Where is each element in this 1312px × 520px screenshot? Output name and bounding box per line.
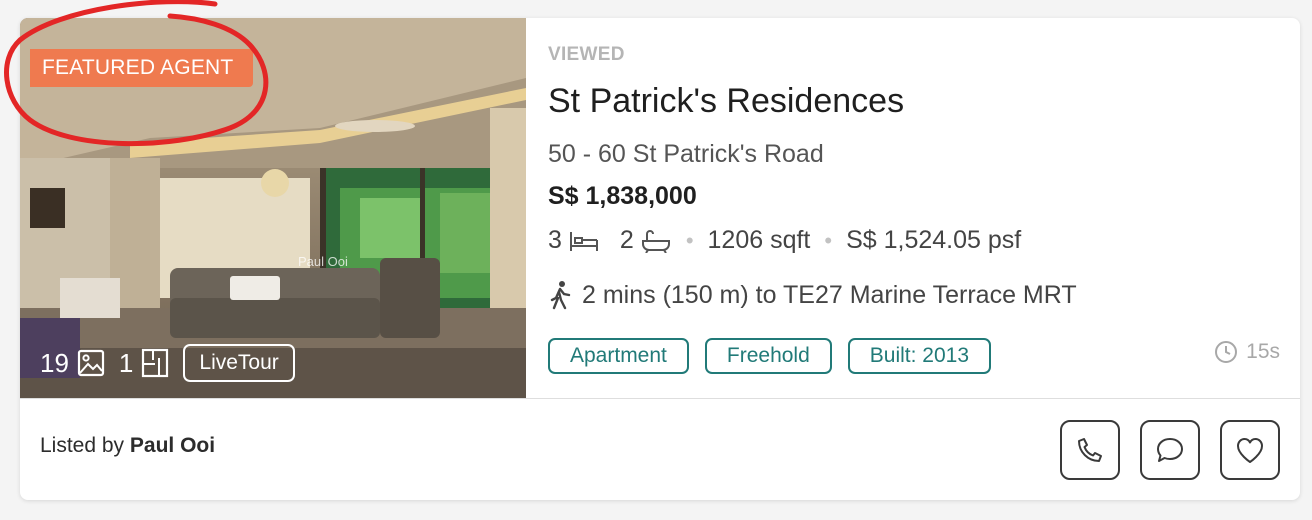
bathrooms: 2 bbox=[620, 226, 672, 255]
bedrooms-value: 3 bbox=[548, 226, 562, 254]
floorplan-count[interactable]: 1 bbox=[119, 348, 169, 379]
bathrooms-value: 2 bbox=[619, 226, 634, 254]
tag-property-type: Apartment bbox=[548, 338, 689, 374]
photo-count[interactable]: 19 bbox=[40, 348, 105, 379]
livetour-button[interactable]: LiveTour bbox=[183, 344, 295, 382]
featured-agent-badge: FEATURED AGENT bbox=[30, 49, 254, 87]
heart-icon bbox=[1237, 438, 1263, 463]
listing-photo[interactable]: FEATURED AGENT 19 1 LiveTour Paul Ooi bbox=[20, 18, 526, 398]
mrt-text: 2 mins (150 m) to TE27 Marine Terrace MR… bbox=[582, 280, 1077, 309]
viewed-label: VIEWED bbox=[548, 44, 625, 65]
listing-specs: 3 2 • 1206 sqft • S$ 1,524.05 psf bbox=[548, 226, 1021, 255]
photo-count-value: 19 bbox=[40, 347, 69, 378]
tag-built-year: Built: 2013 bbox=[847, 338, 992, 374]
call-button[interactable] bbox=[1060, 420, 1120, 480]
separator-dot: • bbox=[685, 227, 694, 253]
listing-age: 15s bbox=[1214, 340, 1280, 364]
floorplan-icon bbox=[142, 348, 169, 378]
price-per-sqft: S$ 1,524.05 psf bbox=[846, 226, 1022, 254]
listing-address: 50 - 60 St Patrick's Road bbox=[548, 140, 824, 168]
floorplan-count-value: 1 bbox=[118, 347, 134, 378]
listing-tags: Apartment Freehold Built: 2013 bbox=[548, 338, 1007, 374]
favorite-button[interactable] bbox=[1220, 420, 1280, 480]
footer-divider bbox=[20, 398, 1300, 399]
listing-age-value: 15s bbox=[1246, 340, 1280, 363]
chat-icon bbox=[1157, 438, 1183, 462]
walking-icon bbox=[550, 281, 571, 310]
listing-details: VIEWED St Patrick's Residences 50 - 60 S… bbox=[548, 18, 1300, 398]
agent-name[interactable]: Paul Ooi bbox=[130, 434, 215, 457]
clock-icon bbox=[1215, 341, 1238, 363]
photo-watermark: Paul Ooi bbox=[298, 254, 348, 269]
floor-area: 1206 sqft bbox=[707, 226, 811, 254]
tag-tenure: Freehold bbox=[704, 338, 832, 374]
listed-by-prefix: Listed by bbox=[40, 434, 125, 457]
separator-dot: • bbox=[824, 227, 833, 253]
listing-price: S$ 1,838,000 bbox=[548, 182, 697, 210]
image-icon bbox=[77, 349, 105, 377]
listing-title[interactable]: St Patrick's Residences bbox=[548, 82, 904, 121]
mrt-distance: 2 mins (150 m) to TE27 Marine Terrace MR… bbox=[548, 280, 1077, 310]
photo-meta: 19 1 LiveTour bbox=[40, 344, 295, 382]
bedrooms: 3 bbox=[548, 226, 600, 255]
listing-card[interactable]: FEATURED AGENT 19 1 LiveTour Paul Ooi VI… bbox=[20, 18, 1300, 500]
listed-by: Listed by Paul Ooi bbox=[40, 434, 215, 458]
bed-icon bbox=[569, 231, 598, 251]
phone-icon bbox=[1078, 438, 1102, 462]
contact-actions bbox=[1040, 420, 1280, 480]
bathtub-icon bbox=[641, 229, 670, 253]
chat-button[interactable] bbox=[1140, 420, 1200, 480]
